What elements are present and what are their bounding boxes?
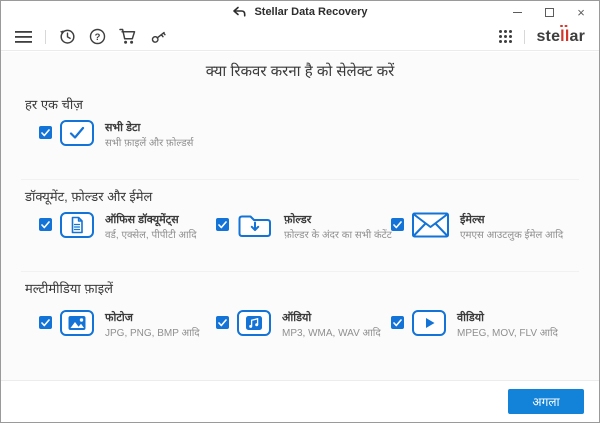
window-title: Stellar Data Recovery [254, 6, 368, 18]
item-label: सभी डेटा [105, 122, 141, 134]
photo-icon [60, 310, 94, 336]
item-emails[interactable]: ईमेल्स एमएस आउटलुक ईमेल आदि [391, 212, 563, 242]
next-button[interactable]: अगला [508, 389, 584, 414]
toolbar-separator [45, 29, 46, 44]
stellar-logo: ste llar [536, 24, 585, 46]
item-sublabel: वर्ड, एक्सेल, पीपीटी आदि [105, 229, 197, 241]
item-sublabel: MP3, WMA, WAV आदि [282, 327, 381, 339]
toolbar: ? ste llar [1, 23, 599, 51]
item-label: ईमेल्स [460, 214, 485, 226]
section-divider [21, 179, 579, 180]
section-title-everything: हर एक चीज़ [25, 97, 83, 112]
item-label: वीडियो [457, 312, 484, 324]
item-sublabel: फ़ोल्डर के अंदर का सभी कंटेंट [284, 229, 392, 241]
content-area: क्या रिकवर करना है को सेलेक्ट करें हर एक… [1, 52, 599, 380]
video-play-icon [412, 310, 446, 336]
item-audio[interactable]: ऑडियो MP3, WMA, WAV आदि [216, 310, 381, 340]
app-window: Stellar Data Recovery × ? ste llar क्या … [0, 0, 600, 423]
checkbox-photos[interactable] [39, 316, 52, 329]
help-icon[interactable]: ? [89, 28, 106, 45]
section-title-documents: डॉक्यूमेंट, फ़ोल्डर और ईमेल [25, 189, 153, 204]
footer-bar: अगला [1, 380, 599, 422]
item-photos[interactable]: फोटोज JPG, PNG, BMP आदि [39, 310, 200, 340]
cart-icon[interactable] [119, 28, 137, 45]
section-title-multimedia: मल्टीमीडिया फ़ाइलें [25, 281, 113, 296]
item-folder[interactable]: फ़ोल्डर फ़ोल्डर के अंदर का सभी कंटेंट [216, 212, 392, 242]
item-label: ऑडियो [282, 312, 312, 324]
item-label: फोटोज [105, 312, 133, 324]
checkbox-video[interactable] [391, 316, 404, 329]
checkbox-emails[interactable] [391, 218, 404, 231]
all-data-check-icon [60, 120, 94, 146]
item-label: ऑफिस डॉक्यूमेंट्स [105, 214, 179, 226]
page-title: क्या रिकवर करना है को सेलेक्ट करें [205, 63, 395, 80]
minimize-button[interactable] [501, 1, 533, 23]
document-icon [60, 212, 94, 238]
key-icon[interactable] [150, 28, 168, 45]
section-divider [21, 271, 579, 272]
title-bar: Stellar Data Recovery × [1, 1, 599, 23]
item-video[interactable]: वीडियो MPEG, MOV, FLV आदि [391, 310, 558, 340]
checkbox-office-documents[interactable] [39, 218, 52, 231]
audio-note-icon [237, 310, 271, 336]
envelope-icon [412, 212, 449, 238]
checkbox-audio[interactable] [216, 316, 229, 329]
item-label: फ़ोल्डर [284, 214, 312, 226]
history-icon[interactable] [59, 28, 76, 45]
menu-icon[interactable] [15, 30, 32, 44]
checkbox-all-data[interactable] [39, 126, 52, 139]
item-sublabel: एमएस आउटलुक ईमेल आदि [460, 229, 564, 241]
toolbar-separator [524, 29, 526, 44]
back-arrow-icon[interactable] [232, 6, 247, 18]
maximize-button[interactable] [533, 1, 565, 23]
close-button[interactable]: × [565, 1, 597, 23]
checkbox-folder[interactable] [216, 218, 229, 231]
item-sublabel: JPG, PNG, BMP आदि [105, 327, 200, 339]
item-office-documents[interactable]: ऑफिस डॉक्यूमेंट्स वर्ड, एक्सेल, पीपीटी आ… [39, 212, 197, 242]
apps-grid-icon[interactable] [498, 29, 513, 44]
item-all-data[interactable]: सभी डेटा सभी फ़ाइलें और फ़ोल्डर्स [39, 120, 193, 150]
item-sublabel: MPEG, MOV, FLV आदि [457, 327, 558, 339]
svg-text:?: ? [95, 32, 101, 43]
folder-download-icon [237, 212, 273, 239]
item-sublabel: सभी फ़ाइलें और फ़ोल्डर्स [105, 137, 194, 149]
